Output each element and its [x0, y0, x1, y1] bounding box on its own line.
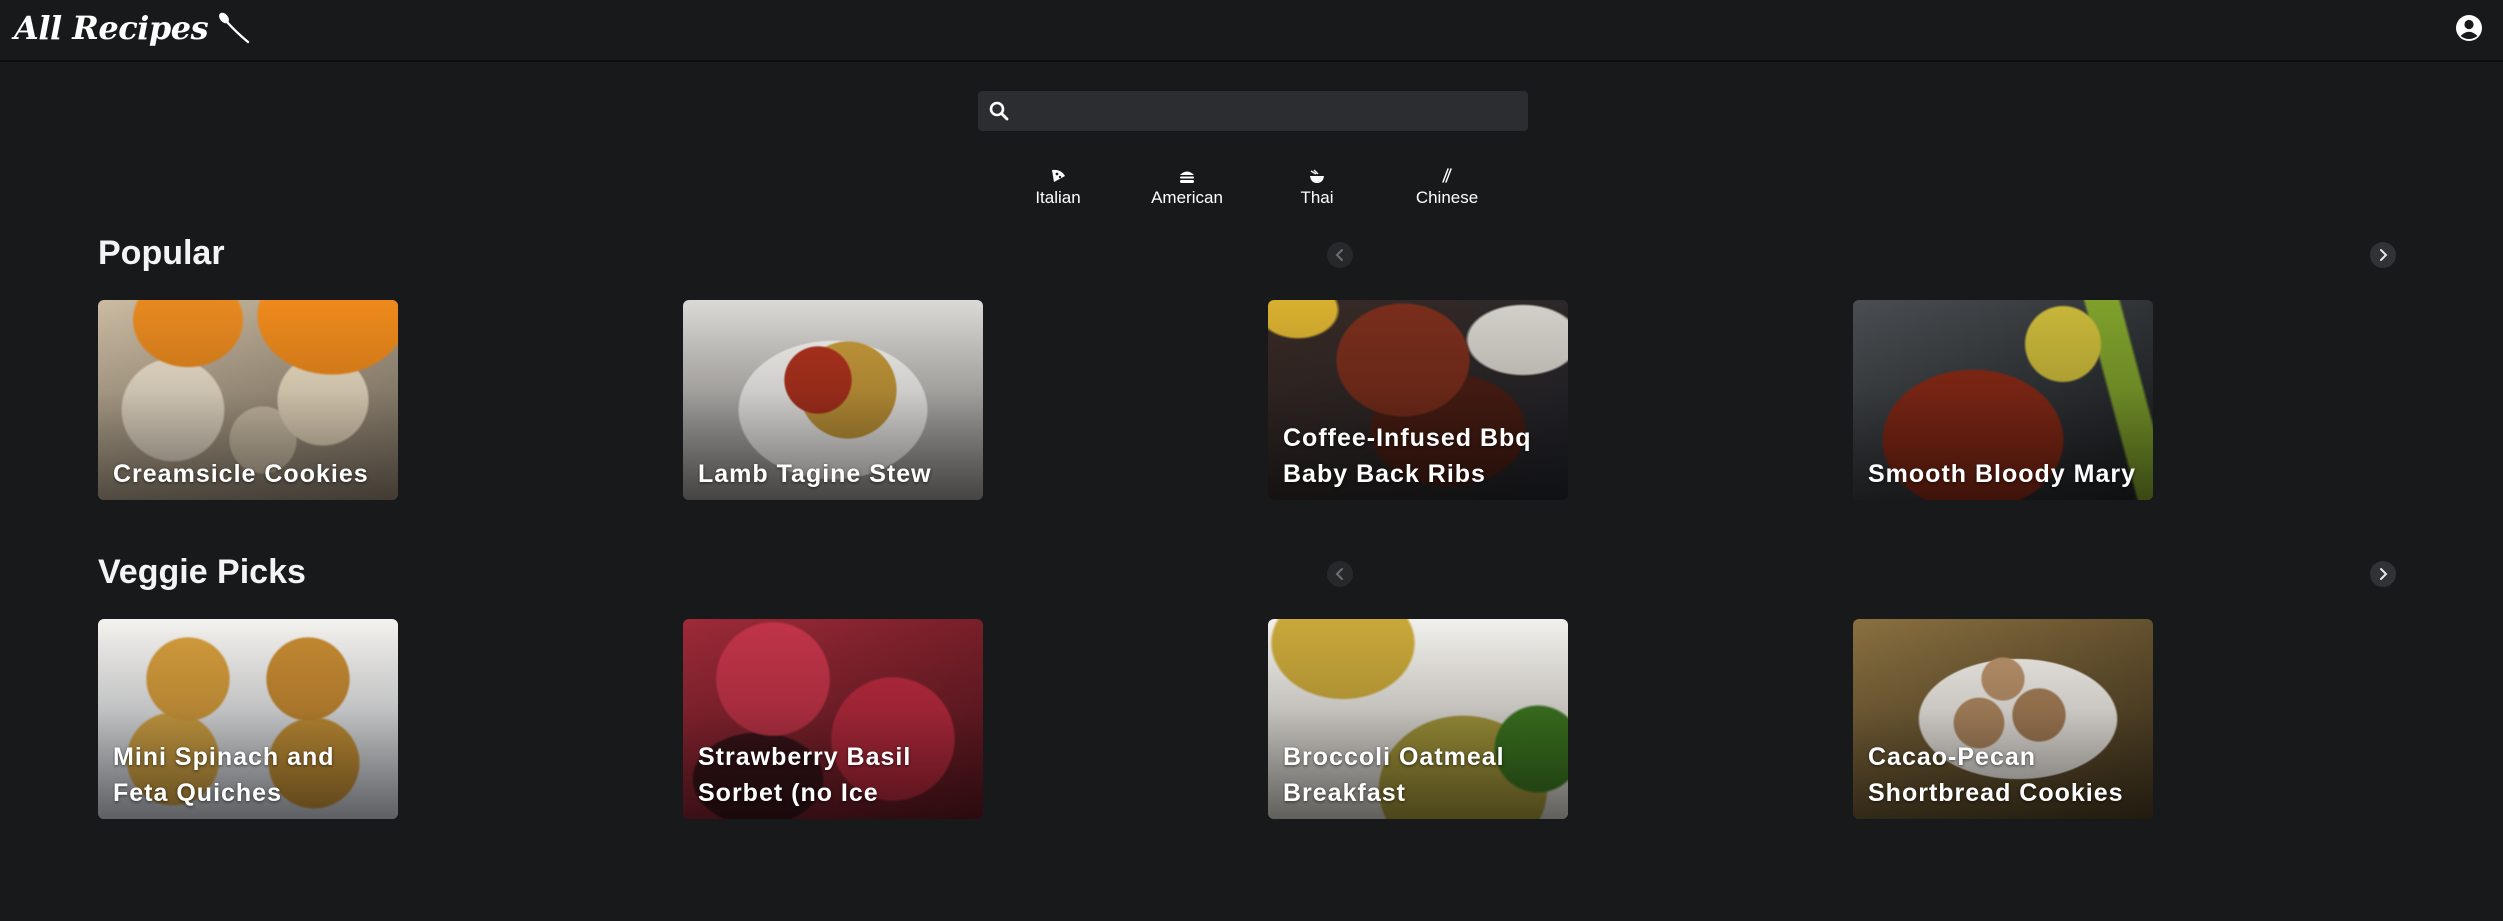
user-circle-icon[interactable] — [2455, 14, 2483, 42]
carousel-next-button[interactable] — [2370, 561, 2396, 587]
recipe-card[interactable]: Smooth Bloody Mary — [1853, 300, 2153, 500]
spoon-icon — [219, 12, 250, 44]
cuisine-label: Chinese — [1415, 188, 1479, 207]
chevron-left-icon — [1335, 568, 1343, 580]
search-bar[interactable] — [978, 91, 1528, 131]
recipe-card[interactable]: Mini Spinach and Feta Quiches — [98, 619, 398, 819]
carousel-prev-button[interactable] — [1327, 242, 1353, 268]
chevron-right-icon — [2380, 568, 2388, 580]
pizza-icon — [1052, 169, 1065, 182]
cuisine-italian[interactable]: Italian — [998, 168, 1118, 214]
cuisine-american[interactable]: American — [1127, 168, 1247, 214]
recipe-title: Cacao-Pecan Shortbread Cookies — [1868, 743, 2124, 807]
recipe-title: Mini Spinach and Feta Quiches — [113, 743, 335, 807]
recipe-title: Coffee-Infused Bbq Baby Back Ribs — [1283, 424, 1532, 488]
cuisine-label: Italian — [1035, 188, 1081, 207]
cuisine-chinese[interactable]: Chinese — [1387, 168, 1507, 214]
recipe-title: Strawberry Basil Sorbet (no Ice — [698, 743, 912, 807]
burger-icon — [1180, 171, 1194, 183]
recipe-card[interactable]: Cacao-Pecan Shortbread Cookies — [1853, 619, 2153, 819]
recipe-card[interactable]: Strawberry Basil Sorbet (no Ice — [683, 619, 983, 819]
logo-text: All Recipes — [14, 9, 209, 47]
carousel-prev-button[interactable] — [1327, 561, 1353, 587]
section-title-popular: Popular — [98, 234, 225, 272]
noodle-bowl-icon — [1310, 169, 1324, 183]
recipe-card[interactable]: Lamb Tagine Stew — [683, 300, 983, 500]
search-input[interactable] — [1010, 91, 1528, 131]
cuisine-label: Thai — [1300, 188, 1334, 207]
chopsticks-icon — [1442, 168, 1452, 183]
section-title-veggie-picks: Veggie Picks — [98, 553, 306, 591]
recipe-card[interactable]: Coffee-Infused Bbq Baby Back Ribs — [1268, 300, 1568, 500]
recipe-title: Broccoli Oatmeal Breakfast — [1283, 743, 1505, 807]
recipe-title: Lamb Tagine Stew — [698, 460, 932, 488]
top-bar: All Recipes — [0, 0, 2503, 62]
recipe-title: Smooth Bloody Mary — [1868, 460, 2137, 488]
app-logo[interactable]: All Recipes — [14, 4, 252, 52]
chevron-left-icon — [1335, 249, 1343, 261]
search-icon — [989, 101, 1009, 121]
cuisine-label: American — [1151, 188, 1223, 207]
chevron-right-icon — [2380, 249, 2388, 261]
carousel-next-button[interactable] — [2370, 242, 2396, 268]
recipe-card[interactable]: Broccoli Oatmeal Breakfast — [1268, 619, 1568, 819]
cuisine-thai[interactable]: Thai — [1257, 168, 1377, 214]
recipe-card[interactable]: Creamsicle Cookies — [98, 300, 398, 500]
recipe-title: Creamsicle Cookies — [113, 460, 369, 488]
